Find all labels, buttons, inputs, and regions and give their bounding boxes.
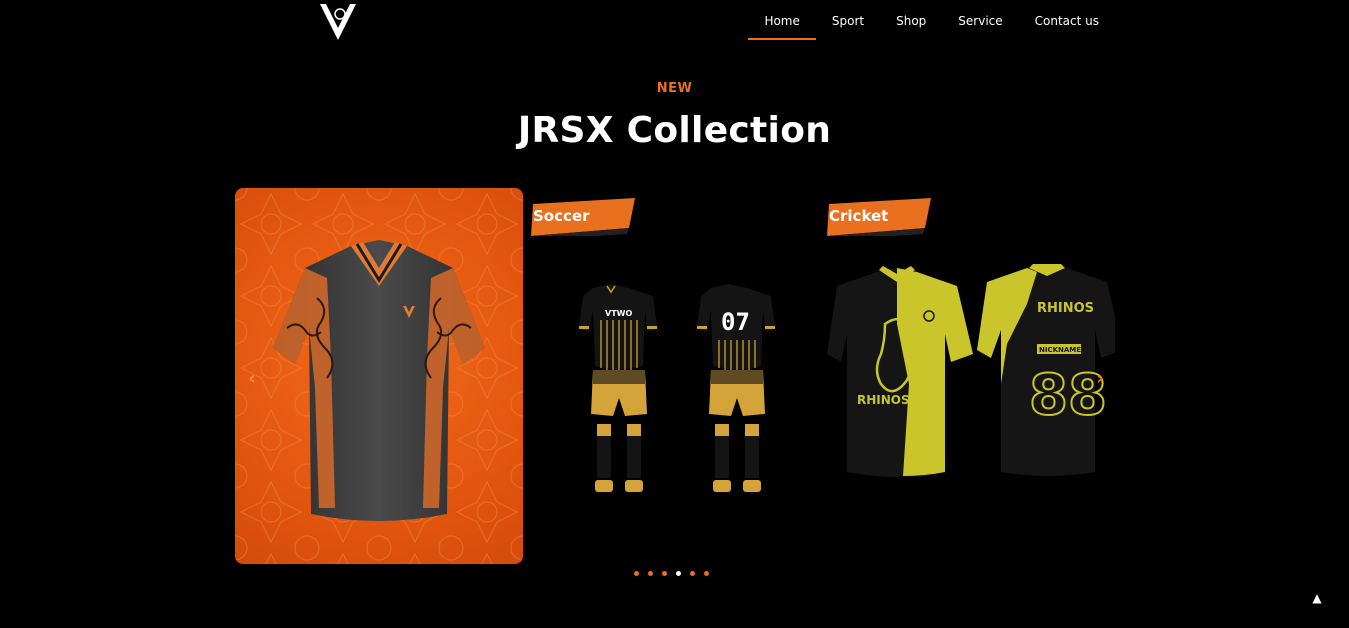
carousel-next-button[interactable]: › [1093,368,1107,389]
soccer-tag-label: Soccer [533,207,590,225]
slide-cricket[interactable]: Cricket RHINOS RHINOS NICKNAME 88 › [827,188,1115,564]
slide-orange-jersey[interactable]: ‹ [235,188,523,564]
scroll-to-top-button[interactable]: ▲ [1309,590,1325,606]
carousel-dot-6[interactable] [704,571,709,576]
cricket-jersey-image: RHINOS RHINOS NICKNAME 88 [827,264,1115,477]
section-title: JRSX Collection [517,110,832,151]
soccer-kit-image: VTWO 07 [579,284,775,492]
nav-shop-label: Shop [896,14,927,28]
nav-home[interactable]: Home [748,0,817,42]
collection-carousel: ‹ Soccer VTWO 07 Cricket RHINOS RHINOS N… [235,188,1115,564]
nav-shop[interactable]: Shop [880,0,942,42]
nav-sport-label: Sport [831,14,865,28]
carousel-dot-3[interactable] [662,571,667,576]
nav-sport[interactable]: Sport [816,0,880,42]
nav-service-label: Service [958,14,1003,28]
carousel-dot-2[interactable] [648,571,653,576]
svg-text:07: 07 [721,308,750,336]
carousel-dot-4[interactable] [676,571,681,576]
svg-text:NICKNAME: NICKNAME [1039,346,1081,354]
carousel-dot-1[interactable] [634,571,639,576]
nav-service[interactable]: Service [942,0,1018,42]
nav-contact-label: Contact us [1034,14,1099,28]
brand-logo[interactable] [316,2,360,42]
nav-contact[interactable]: Contact us [1019,0,1115,42]
main-nav: Home Sport Shop Service Contact us [748,0,1115,42]
svg-text:RHINOS: RHINOS [857,393,910,407]
carousel-pagination [634,571,709,576]
chevron-up-icon: ▲ [1312,591,1322,605]
orange-jersey-image [235,188,523,564]
section-eyebrow: NEW [656,81,693,96]
cricket-tag-label: Cricket [829,207,889,225]
slide-soccer[interactable]: Soccer VTWO 07 [531,188,819,564]
nav-home-label: Home [764,14,800,28]
carousel-dot-5[interactable] [690,571,695,576]
carousel-prev-button[interactable]: ‹ [245,368,259,389]
svg-text:VTWO: VTWO [605,309,632,318]
svg-text:RHINOS: RHINOS [1037,301,1094,316]
